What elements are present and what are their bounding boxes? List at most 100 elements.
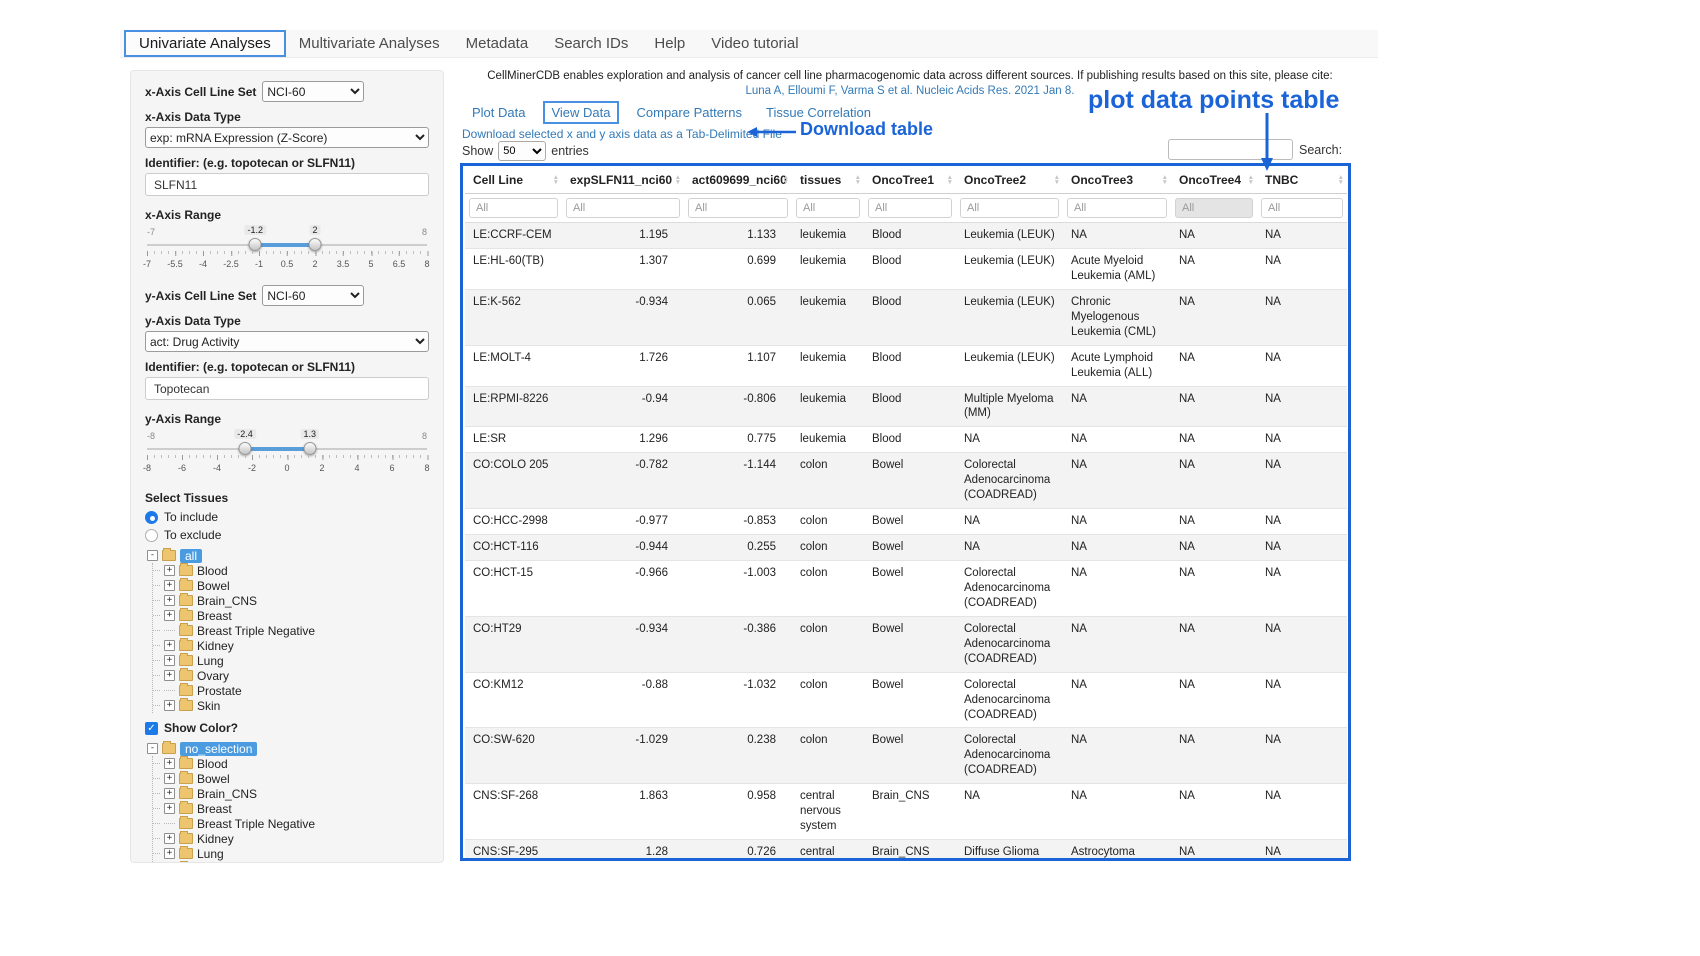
- expand-icon[interactable]: +: [164, 803, 175, 814]
- sort-icon[interactable]: ▲▼: [1054, 175, 1060, 185]
- download-tab-delimited-link[interactable]: Download selected x and y axis data as a…: [462, 127, 782, 141]
- column-filter-expslfn11-nci60[interactable]: [566, 198, 680, 218]
- tree-item-label[interactable]: Skin: [197, 699, 220, 713]
- expand-icon[interactable]: +: [164, 788, 175, 799]
- sort-icon[interactable]: ▲▼: [675, 175, 681, 185]
- tree-item-breast-triple-negative[interactable]: Breast Triple Negative: [153, 623, 429, 638]
- table-row-co-ht29[interactable]: CO:HT29-0.934-0.386colonBowelColorectal …: [465, 616, 1347, 672]
- tree-item-label[interactable]: Breast Triple Negative: [197, 817, 315, 831]
- tree-item-label[interactable]: Breast: [197, 802, 232, 816]
- show-color-row[interactable]: Show Color?: [145, 719, 429, 737]
- nav-tab-search-ids[interactable]: Search IDs: [541, 32, 641, 55]
- table-row-le-hl-60-tb[interactable]: LE:HL-60(TB)1.3070.699leukemiaBloodLeuke…: [465, 248, 1347, 289]
- expand-icon[interactable]: +: [164, 610, 175, 621]
- column-filter-oncotree2[interactable]: [960, 198, 1059, 218]
- column-header-expslfn11-nci60[interactable]: expSLFN11_nci60▲▼: [562, 167, 684, 194]
- tree-item-ovary[interactable]: +Ovary: [153, 861, 429, 863]
- column-filter-oncotree3[interactable]: [1067, 198, 1167, 218]
- tree-item-label[interactable]: Bowel: [197, 772, 230, 786]
- tree-item-label[interactable]: Lung: [197, 847, 224, 861]
- x-cell-line-set-select[interactable]: NCI-60: [262, 81, 364, 102]
- tree-item-brain-cns[interactable]: +Brain_CNS: [153, 593, 429, 608]
- column-filter-oncotree4[interactable]: [1175, 198, 1253, 218]
- tree-item-lung[interactable]: +Lung: [153, 653, 429, 668]
- tab-view-data[interactable]: View Data: [543, 101, 618, 124]
- tab-compare-patterns[interactable]: Compare Patterns: [631, 103, 749, 122]
- table-row-le-sr[interactable]: LE:SR1.2960.775leukemiaBloodNANANANA: [465, 427, 1347, 453]
- y-data-type-select[interactable]: act: Drug Activity: [145, 331, 429, 352]
- expand-icon[interactable]: +: [164, 565, 175, 576]
- expand-icon[interactable]: +: [164, 595, 175, 606]
- tree-root-all[interactable]: - all: [147, 548, 429, 563]
- nav-tab-metadata[interactable]: Metadata: [453, 32, 542, 55]
- tree-root-label[interactable]: all: [180, 549, 202, 563]
- column-header-tissues[interactable]: tissues▲▼: [792, 167, 864, 194]
- expand-icon[interactable]: +: [164, 640, 175, 651]
- sort-icon[interactable]: ▲▼: [783, 175, 789, 185]
- column-header-oncotree1[interactable]: OncoTree1▲▼: [864, 167, 956, 194]
- sort-icon[interactable]: ▲▼: [1162, 175, 1168, 185]
- tree-item-blood[interactable]: + Blood: [153, 756, 429, 771]
- expand-icon[interactable]: +: [164, 670, 175, 681]
- table-row-le-ccrf-cem[interactable]: LE:CCRF-CEM1.1951.133leukemiaBloodLeukem…: [465, 223, 1347, 249]
- tree-item-label[interactable]: Ovary: [197, 862, 229, 864]
- tree-item-label[interactable]: Kidney: [197, 832, 234, 846]
- collapse-icon[interactable]: -: [147, 743, 158, 754]
- radio-to-exclude-control[interactable]: [145, 529, 158, 542]
- sort-icon[interactable]: ▲▼: [1338, 175, 1344, 185]
- table-row-co-colo-205[interactable]: CO:COLO 205-0.782-1.144colonBowelColorec…: [465, 453, 1347, 509]
- show-color-checkbox[interactable]: [145, 722, 158, 735]
- x-identifier-input[interactable]: [145, 173, 429, 196]
- column-filter-oncotree1[interactable]: [868, 198, 952, 218]
- table-row-co-km12[interactable]: CO:KM12-0.88-1.032colonBowelColorectal A…: [465, 672, 1347, 728]
- tree-item-label[interactable]: Bowel: [197, 579, 230, 593]
- nav-tab-multivariate-analyses[interactable]: Multivariate Analyses: [286, 32, 453, 55]
- column-header-act609699-nci60[interactable]: act609699_nci60▲▼: [684, 167, 792, 194]
- tree-item-bowel[interactable]: + Bowel: [153, 578, 429, 593]
- column-filter-tissues[interactable]: [796, 198, 860, 218]
- table-row-co-hct-15[interactable]: CO:HCT-15-0.966-1.003colonBowelColorecta…: [465, 561, 1347, 617]
- sort-icon[interactable]: ▲▼: [855, 175, 861, 185]
- column-filter-act609699-nci60[interactable]: [688, 198, 788, 218]
- tree-item-label[interactable]: Blood: [197, 564, 228, 578]
- table-row-le-k-562[interactable]: LE:K-562-0.9340.065leukemiaBloodLeukemia…: [465, 289, 1347, 345]
- sort-icon[interactable]: ▲▼: [947, 175, 953, 185]
- y-cell-line-set-select[interactable]: NCI-60: [262, 285, 364, 306]
- sort-icon[interactable]: ▲▼: [553, 175, 559, 185]
- table-row-cns-sf-268[interactable]: CNS:SF-2681.8630.958central nervous syst…: [465, 784, 1347, 840]
- tree-item-brain-cns[interactable]: +Brain_CNS: [153, 786, 429, 801]
- slider-handle-from[interactable]: [239, 442, 252, 455]
- slider-handle-to[interactable]: [303, 442, 316, 455]
- column-filter-cell-line[interactable]: [469, 198, 558, 218]
- column-header-cell-line[interactable]: Cell Line▲▼: [465, 167, 562, 194]
- tree-item-ovary[interactable]: + Ovary: [153, 668, 429, 683]
- table-row-le-molt-4[interactable]: LE:MOLT-41.7261.107leukemiaBloodLeukemia…: [465, 345, 1347, 386]
- y-range-slider[interactable]: -88-2.41.3-8-6-4-202468: [147, 429, 427, 481]
- tree-item-breast-triple-negative[interactable]: Breast Triple Negative: [153, 816, 429, 831]
- expand-icon[interactable]: +: [164, 580, 175, 591]
- tree-item-label[interactable]: Ovary: [197, 669, 229, 683]
- expand-icon[interactable]: +: [164, 773, 175, 784]
- column-filter-tnbc[interactable]: [1261, 198, 1343, 218]
- tree-item-lung[interactable]: +Lung: [153, 846, 429, 861]
- citation-link[interactable]: Luna A, Elloumi F, Varma S et al. Nuclei…: [746, 85, 1075, 97]
- x-data-type-select[interactable]: exp: mRNA Expression (Z-Score): [145, 127, 429, 148]
- sort-icon[interactable]: ▲▼: [1248, 175, 1254, 185]
- tree-item-label[interactable]: Breast Triple Negative: [197, 624, 315, 638]
- tree-item-kidney[interactable]: +Kidney: [153, 831, 429, 846]
- column-header-oncotree4[interactable]: OncoTree4▲▼: [1171, 167, 1257, 194]
- table-row-co-hcc-2998[interactable]: CO:HCC-2998-0.977-0.853colonBowelNANANAN…: [465, 509, 1347, 535]
- slider-handle-from[interactable]: [249, 238, 262, 251]
- tree-item-label[interactable]: Breast: [197, 609, 232, 623]
- tree-item-label[interactable]: Blood: [197, 757, 228, 771]
- collapse-icon[interactable]: -: [147, 550, 158, 561]
- expand-icon[interactable]: +: [164, 758, 175, 769]
- expand-icon[interactable]: +: [164, 700, 175, 711]
- column-header-oncotree3[interactable]: OncoTree3▲▼: [1063, 167, 1171, 194]
- table-row-co-sw-620[interactable]: CO:SW-620-1.0290.238colonBowelColorectal…: [465, 728, 1347, 784]
- table-row-le-rpmi-8226[interactable]: LE:RPMI-8226-0.94-0.806leukemiaBloodMult…: [465, 386, 1347, 427]
- tree-item-kidney[interactable]: +Kidney: [153, 638, 429, 653]
- y-identifier-input[interactable]: [145, 377, 429, 400]
- tree-item-prostate[interactable]: Prostate: [153, 683, 429, 698]
- tree-item-breast[interactable]: + Breast: [153, 608, 429, 623]
